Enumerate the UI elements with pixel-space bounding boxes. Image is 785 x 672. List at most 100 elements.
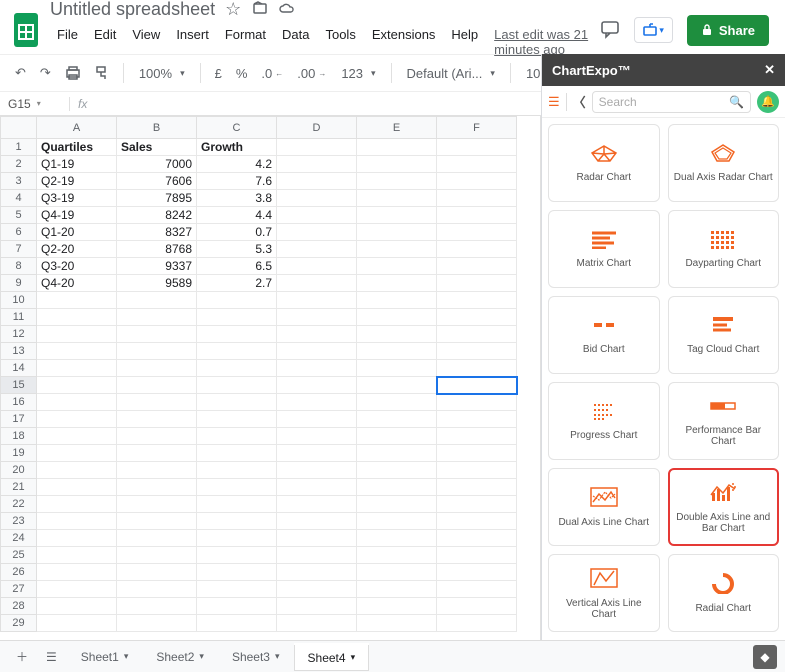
cell-F9[interactable]: [437, 275, 517, 292]
present-button[interactable]: ▾: [634, 17, 673, 43]
cell-A28[interactable]: [37, 598, 117, 615]
cell-F17[interactable]: [437, 411, 517, 428]
row-header-2[interactable]: 2: [1, 156, 37, 173]
cell-D15[interactable]: [277, 377, 357, 394]
cell-C23[interactable]: [197, 513, 277, 530]
cell-C18[interactable]: [197, 428, 277, 445]
cell-A15[interactable]: [37, 377, 117, 394]
cell-F12[interactable]: [437, 326, 517, 343]
sheet-tab-sheet1[interactable]: Sheet1▾: [67, 643, 143, 671]
star-icon[interactable]: ☆: [225, 0, 241, 20]
sheet-tab-sheet3[interactable]: Sheet3▾: [218, 643, 294, 671]
cell-E27[interactable]: [357, 581, 437, 598]
cell-E15[interactable]: [357, 377, 437, 394]
zoom-dropdown[interactable]: 100%: [133, 62, 191, 85]
chart-card-radar-chart[interactable]: Radar Chart: [548, 124, 660, 202]
cell-F15[interactable]: [437, 377, 517, 394]
cell-C8[interactable]: 6.5: [197, 258, 277, 275]
menu-help[interactable]: Help: [444, 23, 485, 61]
row-header-10[interactable]: 10: [1, 292, 37, 309]
sheets-logo-icon[interactable]: [8, 8, 44, 52]
cell-A25[interactable]: [37, 547, 117, 564]
cell-B29[interactable]: [117, 615, 197, 632]
sheet-tab-sheet2[interactable]: Sheet2▾: [142, 643, 218, 671]
cell-A21[interactable]: [37, 479, 117, 496]
cell-D13[interactable]: [277, 343, 357, 360]
explore-button[interactable]: ◆: [753, 645, 777, 669]
row-header-28[interactable]: 28: [1, 598, 37, 615]
row-header-26[interactable]: 26: [1, 564, 37, 581]
cell-A9[interactable]: Q4-20: [37, 275, 117, 292]
cell-B3[interactable]: 7606: [117, 173, 197, 190]
menu-extensions[interactable]: Extensions: [365, 23, 443, 61]
cell-C29[interactable]: [197, 615, 277, 632]
row-header-5[interactable]: 5: [1, 207, 37, 224]
more-formats-dropdown[interactable]: 123: [335, 62, 381, 85]
row-header-13[interactable]: 13: [1, 343, 37, 360]
cell-A8[interactable]: Q3-20: [37, 258, 117, 275]
cell-A7[interactable]: Q2-20: [37, 241, 117, 258]
cell-E18[interactable]: [357, 428, 437, 445]
row-header-23[interactable]: 23: [1, 513, 37, 530]
cell-E12[interactable]: [357, 326, 437, 343]
comments-icon[interactable]: [600, 19, 620, 42]
cell-A18[interactable]: [37, 428, 117, 445]
cell-D20[interactable]: [277, 462, 357, 479]
cell-C21[interactable]: [197, 479, 277, 496]
cell-A23[interactable]: [37, 513, 117, 530]
row-header-11[interactable]: 11: [1, 309, 37, 326]
cell-C6[interactable]: 0.7: [197, 224, 277, 241]
cell-A11[interactable]: [37, 309, 117, 326]
cell-B22[interactable]: [117, 496, 197, 513]
row-header-24[interactable]: 24: [1, 530, 37, 547]
chart-card-double-axis-line-and-bar-chart[interactable]: Double Axis Line and Bar Chart: [668, 468, 780, 546]
all-sheets-button[interactable]: ☰: [38, 644, 65, 670]
cell-B11[interactable]: [117, 309, 197, 326]
cell-C17[interactable]: [197, 411, 277, 428]
cell-D18[interactable]: [277, 428, 357, 445]
cell-C19[interactable]: [197, 445, 277, 462]
row-header-15[interactable]: 15: [1, 377, 37, 394]
cell-A4[interactable]: Q3-19: [37, 190, 117, 207]
paint-format-button[interactable]: [90, 62, 114, 84]
cell-D24[interactable]: [277, 530, 357, 547]
menu-view[interactable]: View: [125, 23, 167, 61]
cell-A14[interactable]: [37, 360, 117, 377]
row-header-25[interactable]: 25: [1, 547, 37, 564]
cell-B17[interactable]: [117, 411, 197, 428]
cell-B19[interactable]: [117, 445, 197, 462]
sheet-tab-sheet4[interactable]: Sheet4▾: [294, 643, 370, 671]
cell-A22[interactable]: [37, 496, 117, 513]
cell-D6[interactable]: [277, 224, 357, 241]
cell-B23[interactable]: [117, 513, 197, 530]
chart-card-bid-chart[interactable]: Bid Chart: [548, 296, 660, 374]
row-header-17[interactable]: 17: [1, 411, 37, 428]
cell-A26[interactable]: [37, 564, 117, 581]
cell-F5[interactable]: [437, 207, 517, 224]
cell-F26[interactable]: [437, 564, 517, 581]
cell-E6[interactable]: [357, 224, 437, 241]
cell-F3[interactable]: [437, 173, 517, 190]
row-header-12[interactable]: 12: [1, 326, 37, 343]
cloud-status-icon[interactable]: [279, 0, 295, 20]
cell-E20[interactable]: [357, 462, 437, 479]
cell-A19[interactable]: [37, 445, 117, 462]
cell-E16[interactable]: [357, 394, 437, 411]
cell-F4[interactable]: [437, 190, 517, 207]
cell-E2[interactable]: [357, 156, 437, 173]
cell-D25[interactable]: [277, 547, 357, 564]
name-box[interactable]: G15▾: [0, 97, 70, 111]
cell-C3[interactable]: 7.6: [197, 173, 277, 190]
cell-A13[interactable]: [37, 343, 117, 360]
cell-A1[interactable]: Quartiles: [37, 139, 117, 156]
cell-D11[interactable]: [277, 309, 357, 326]
cell-B20[interactable]: [117, 462, 197, 479]
cell-A27[interactable]: [37, 581, 117, 598]
font-dropdown[interactable]: Default (Ari...: [401, 62, 501, 85]
cell-F23[interactable]: [437, 513, 517, 530]
cell-B1[interactable]: Sales: [117, 139, 197, 156]
percent-button[interactable]: %: [231, 62, 253, 85]
row-header-8[interactable]: 8: [1, 258, 37, 275]
cell-D1[interactable]: [277, 139, 357, 156]
cell-F24[interactable]: [437, 530, 517, 547]
